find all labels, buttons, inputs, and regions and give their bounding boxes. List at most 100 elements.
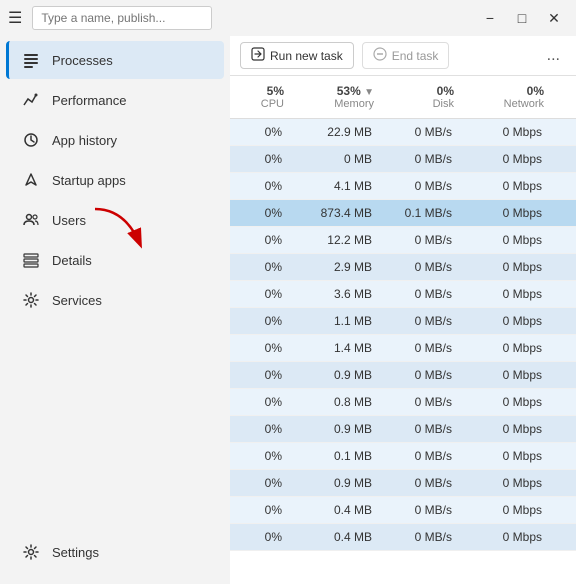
title-bar: ☰ − □ ✕ xyxy=(0,0,576,36)
title-bar-controls: − □ ✕ xyxy=(476,6,568,30)
disk-cell: 0 MB/s xyxy=(380,122,460,142)
table-row[interactable]: 0% 3.6 MB 0 MB/s 0 Mbps xyxy=(230,281,576,308)
network-cell: 0 Mbps xyxy=(460,338,550,358)
table-row[interactable]: 0% 0.9 MB 0 MB/s 0 Mbps xyxy=(230,416,576,443)
cpu-cell: 0% xyxy=(230,203,290,223)
memory-cell: 1.1 MB xyxy=(290,311,380,331)
network-cell: 0 Mbps xyxy=(460,311,550,331)
disk-cell: 0 MB/s xyxy=(380,500,460,520)
processes-icon xyxy=(22,51,40,69)
table-row[interactable]: 0% 0.9 MB 0 MB/s 0 Mbps xyxy=(230,362,576,389)
details-icon xyxy=(22,251,40,269)
memory-cell: 0.8 MB xyxy=(290,392,380,412)
sidebar-item-processes[interactable]: Processes xyxy=(6,41,224,79)
cpu-cell: 0% xyxy=(230,284,290,304)
network-cell: 0 Mbps xyxy=(460,392,550,412)
table-row[interactable]: 0% 2.9 MB 0 MB/s 0 Mbps xyxy=(230,254,576,281)
cpu-cell: 0% xyxy=(230,365,290,385)
sidebar-item-startup-apps[interactable]: Startup apps xyxy=(6,161,224,199)
processes-label: Processes xyxy=(52,53,113,68)
sidebar-item-users[interactable]: Users xyxy=(6,201,224,239)
table-row[interactable]: 0% 0.9 MB 0 MB/s 0 Mbps xyxy=(230,470,576,497)
table-row[interactable]: 0% 1.1 MB 0 MB/s 0 Mbps xyxy=(230,308,576,335)
network-cell: 0 Mbps xyxy=(460,284,550,304)
table-row[interactable]: 0% 0.4 MB 0 MB/s 0 Mbps xyxy=(230,497,576,524)
sidebar-item-performance[interactable]: Performance xyxy=(6,81,224,119)
table-row[interactable]: 0% 0.1 MB 0 MB/s 0 Mbps xyxy=(230,443,576,470)
cpu-column-header[interactable]: 5% CPU xyxy=(230,80,290,114)
network-cell: 0 Mbps xyxy=(460,257,550,277)
performance-icon xyxy=(22,91,40,109)
sidebar: Processes Performance App history xyxy=(0,36,230,584)
table-row[interactable]: 0% 1.4 MB 0 MB/s 0 Mbps xyxy=(230,335,576,362)
memory-cell: 0 MB xyxy=(290,149,380,169)
memory-cell: 12.2 MB xyxy=(290,230,380,250)
disk-cell: 0 MB/s xyxy=(380,473,460,493)
network-cell: 0 Mbps xyxy=(460,473,550,493)
content-area: Run new task End task ... 5% CPU xyxy=(230,36,576,584)
sidebar-item-app-history[interactable]: App history xyxy=(6,121,224,159)
cpu-cell: 0% xyxy=(230,500,290,520)
memory-cell: 4.1 MB xyxy=(290,176,380,196)
memory-column-header[interactable]: 53% ▼ Memory xyxy=(290,80,380,114)
close-button[interactable]: ✕ xyxy=(540,6,568,30)
table-body: 0% 22.9 MB 0 MB/s 0 Mbps 0% 0 MB 0 MB/s … xyxy=(230,119,576,584)
table-header: 5% CPU 53% ▼ Memory 0% Disk 0% Network xyxy=(230,76,576,119)
cpu-cell: 0% xyxy=(230,311,290,331)
disk-cell: 0 MB/s xyxy=(380,284,460,304)
memory-percent: 53% ▼ xyxy=(296,84,374,98)
network-cell: 0 Mbps xyxy=(460,419,550,439)
memory-sort-arrow: ▼ xyxy=(364,87,374,98)
run-new-task-button[interactable]: Run new task xyxy=(240,42,354,69)
sidebar-bottom: Settings xyxy=(0,532,230,580)
disk-cell: 0 MB/s xyxy=(380,446,460,466)
performance-label: Performance xyxy=(52,93,126,108)
sidebar-item-settings[interactable]: Settings xyxy=(6,533,224,571)
end-task-label: End task xyxy=(392,49,439,63)
table-row[interactable]: 0% 0.4 MB 0 MB/s 0 Mbps xyxy=(230,524,576,551)
memory-cell: 0.1 MB xyxy=(290,446,380,466)
table-row[interactable]: 0% 0.8 MB 0 MB/s 0 Mbps xyxy=(230,389,576,416)
table-row[interactable]: 0% 873.4 MB 0.1 MB/s 0 Mbps xyxy=(230,200,576,227)
network-cell: 0 Mbps xyxy=(460,122,550,142)
title-bar-left: ☰ xyxy=(8,6,212,30)
cpu-cell: 0% xyxy=(230,473,290,493)
disk-cell: 0 MB/s xyxy=(380,311,460,331)
cpu-cell: 0% xyxy=(230,527,290,547)
memory-cell: 22.9 MB xyxy=(290,122,380,142)
disk-cell: 0.1 MB/s xyxy=(380,203,460,223)
disk-cell: 0 MB/s xyxy=(380,419,460,439)
app-history-icon xyxy=(22,131,40,149)
services-label: Services xyxy=(52,293,102,308)
hamburger-icon[interactable]: ☰ xyxy=(8,8,22,28)
table-row[interactable]: 0% 22.9 MB 0 MB/s 0 Mbps xyxy=(230,119,576,146)
search-input[interactable] xyxy=(32,6,212,30)
run-new-task-label: Run new task xyxy=(270,49,343,63)
maximize-button[interactable]: □ xyxy=(508,6,536,30)
table-row[interactable]: 0% 12.2 MB 0 MB/s 0 Mbps xyxy=(230,227,576,254)
cpu-cell: 0% xyxy=(230,149,290,169)
memory-cell: 2.9 MB xyxy=(290,257,380,277)
minimize-button[interactable]: − xyxy=(476,6,504,30)
network-column-header[interactable]: 0% Network xyxy=(460,80,550,114)
network-cell: 0 Mbps xyxy=(460,446,550,466)
memory-cell: 873.4 MB xyxy=(290,203,380,223)
more-options-button[interactable]: ... xyxy=(541,45,566,67)
end-task-button[interactable]: End task xyxy=(362,42,450,69)
cpu-label: CPU xyxy=(236,98,284,110)
table-row[interactable]: 0% 0 MB 0 MB/s 0 Mbps xyxy=(230,146,576,173)
sidebar-item-details[interactable]: Details xyxy=(6,241,224,279)
memory-cell: 0.4 MB xyxy=(290,500,380,520)
memory-cell: 0.4 MB xyxy=(290,527,380,547)
sidebar-item-services[interactable]: Services xyxy=(6,281,224,319)
network-cell: 0 Mbps xyxy=(460,176,550,196)
disk-cell: 0 MB/s xyxy=(380,230,460,250)
disk-label: Disk xyxy=(386,98,454,110)
network-cell: 0 Mbps xyxy=(460,500,550,520)
disk-column-header[interactable]: 0% Disk xyxy=(380,80,460,114)
table-row[interactable]: 0% 4.1 MB 0 MB/s 0 Mbps xyxy=(230,173,576,200)
memory-cell: 0.9 MB xyxy=(290,365,380,385)
memory-cell: 1.4 MB xyxy=(290,338,380,358)
startup-apps-label: Startup apps xyxy=(52,173,126,188)
settings-label: Settings xyxy=(52,545,99,560)
